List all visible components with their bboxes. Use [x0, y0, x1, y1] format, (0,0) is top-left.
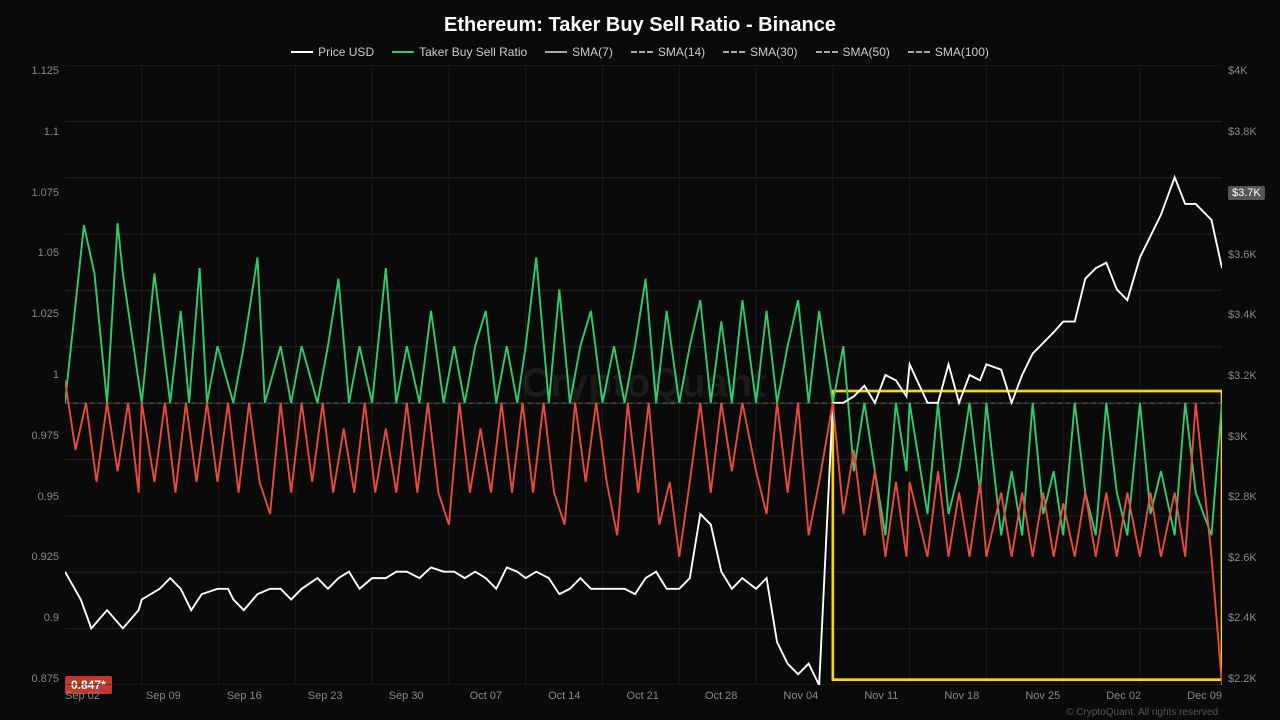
y-label-11: 1.1 [44, 126, 59, 138]
legend-sma100: SMA(100) [908, 45, 989, 59]
y-label-0925: 0.925 [31, 551, 59, 563]
x-label-sep30: Sep 30 [389, 690, 424, 702]
y-label-28k: $2.8K [1228, 491, 1257, 503]
legend-line-white [291, 51, 313, 53]
legend-line-sma14 [631, 51, 653, 53]
chart-wrapper: 1.125 1.1 1.075 1.05 1.025 1 0.975 0.95 … [0, 65, 1280, 720]
y-label-37k-highlight: $3.7K [1228, 186, 1265, 200]
chart-title: Ethereum: Taker Buy Sell Ratio - Binance [0, 0, 1280, 41]
price-usd-line [65, 177, 1222, 685]
x-label-nov18: Nov 18 [944, 690, 979, 702]
y-label-1075: 1.075 [31, 187, 59, 199]
x-axis: Sep 02 Sep 09 Sep 16 Sep 23 Sep 30 Oct 0… [65, 685, 1222, 720]
legend-price-usd: Price USD [291, 45, 374, 59]
y-label-26k: $2.6K [1228, 552, 1257, 564]
legend: Price USD Taker Buy Sell Ratio SMA(7) SM… [0, 41, 1280, 65]
y-label-36k: $3.6K [1228, 249, 1257, 261]
legend-label-price: Price USD [318, 45, 374, 59]
y-label-0975: 0.975 [31, 430, 59, 442]
main-chart-svg: CryptoQuant [65, 65, 1222, 685]
y-label-0875: 0.875 [31, 673, 59, 685]
y-label-38k: $3.8K [1228, 126, 1257, 138]
legend-sma30: SMA(30) [723, 45, 797, 59]
y-label-22k: $2.2K [1228, 673, 1257, 685]
legend-label-sma30: SMA(30) [750, 45, 797, 59]
legend-sma14: SMA(14) [631, 45, 705, 59]
x-label-dec09: Dec 09 [1187, 690, 1222, 702]
legend-line-sma100 [908, 51, 930, 53]
y-axis-right: $4K $3.8K $3.7K $3.6K $3.4K $3.2K $3K $2… [1222, 65, 1280, 685]
y-label-1125: 1.125 [31, 65, 59, 77]
x-label-oct14: Oct 14 [548, 690, 580, 702]
legend-line-sma30 [723, 51, 745, 53]
copyright: © CryptoQuant. All rights reserved [1066, 707, 1218, 718]
y-label-095: 0.95 [38, 491, 59, 503]
x-label-sep02: Sep 02 [65, 690, 100, 702]
x-label-dec02: Dec 02 [1106, 690, 1141, 702]
y-label-1025: 1.025 [31, 308, 59, 320]
legend-taker-ratio: Taker Buy Sell Ratio [392, 45, 527, 59]
legend-label-sma50: SMA(50) [843, 45, 890, 59]
legend-label-sma14: SMA(14) [658, 45, 705, 59]
y-axis-left: 1.125 1.1 1.075 1.05 1.025 1 0.975 0.95 … [0, 65, 65, 685]
x-label-nov11: Nov 11 [864, 690, 898, 702]
x-label-oct07: Oct 07 [470, 690, 502, 702]
x-label-nov04: Nov 04 [783, 690, 818, 702]
watermark-text: CryptoQuant [521, 360, 765, 405]
legend-sma50: SMA(50) [816, 45, 890, 59]
legend-label-taker: Taker Buy Sell Ratio [419, 45, 527, 59]
y-label-1: 1 [53, 369, 59, 381]
x-label-sep23: Sep 23 [308, 690, 343, 702]
x-label-sep09: Sep 09 [146, 690, 181, 702]
legend-line-green [392, 51, 414, 53]
y-label-09: 0.9 [44, 612, 59, 624]
red-oscillating-line [65, 380, 1222, 685]
x-label-oct21: Oct 21 [627, 690, 659, 702]
legend-line-sma50 [816, 51, 838, 53]
legend-sma7: SMA(7) [545, 45, 613, 59]
x-label-sep16: Sep 16 [227, 690, 262, 702]
x-label-nov25: Nov 25 [1025, 690, 1060, 702]
y-label-34k: $3.4K [1228, 309, 1257, 321]
y-label-32k: $3.2K [1228, 370, 1257, 382]
y-label-24k: $2.4K [1228, 612, 1257, 624]
y-label-3k: $3K [1228, 431, 1248, 443]
legend-label-sma7: SMA(7) [572, 45, 613, 59]
y-label-4k: $4K [1228, 65, 1248, 77]
chart-container: Ethereum: Taker Buy Sell Ratio - Binance… [0, 0, 1280, 720]
legend-label-sma100: SMA(100) [935, 45, 989, 59]
highlight-rectangle [833, 391, 1222, 680]
y-label-105: 1.05 [38, 247, 59, 259]
x-label-oct28: Oct 28 [705, 690, 737, 702]
legend-line-sma7 [545, 51, 567, 53]
